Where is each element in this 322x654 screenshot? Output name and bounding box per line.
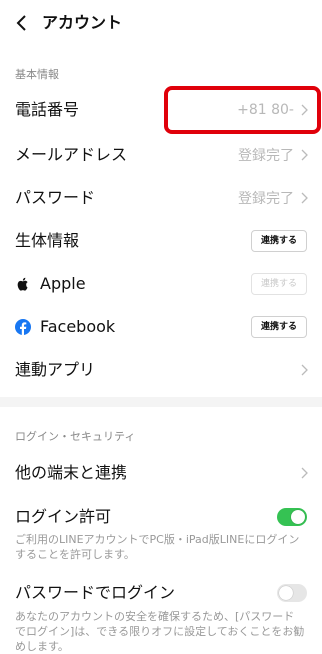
- facebook-row: Facebook 連携する: [0, 307, 322, 347]
- toggle-knob: [279, 586, 293, 600]
- linked-apps-label: 連動アプリ: [15, 360, 96, 379]
- password-row[interactable]: パスワード 登録完了: [0, 178, 322, 218]
- phone-label: 電話番号: [15, 100, 80, 119]
- other-devices-label: 他の端末と連携: [15, 463, 128, 482]
- facebook-icon: [15, 319, 31, 335]
- back-arrow-icon[interactable]: [14, 13, 30, 33]
- page-title: アカウント: [42, 13, 123, 32]
- section-divider: [0, 397, 322, 407]
- other-devices-row[interactable]: 他の端末と連携: [0, 453, 322, 493]
- password-login-description: あなたのアカウントの安全を確保するため、[パスワードでログイン]は、できる限りオ…: [15, 610, 305, 653]
- facebook-label: Facebook: [40, 317, 116, 336]
- login-permission-description: ご利用のLINEアカウントでPC版・iPad版LINEにログインすることを許可し…: [15, 533, 300, 561]
- linked-apps-row[interactable]: 連動アプリ: [0, 350, 322, 390]
- biometric-row: 生体情報 連携する: [0, 221, 322, 261]
- chevron-right-icon: [301, 192, 308, 204]
- toggle-knob: [291, 510, 305, 524]
- biometric-link-button[interactable]: 連携する: [251, 230, 307, 252]
- apple-icon: [17, 277, 28, 291]
- login-permission-row: ログイン許可: [0, 497, 322, 537]
- biometric-label: 生体情報: [15, 231, 80, 250]
- password-login-row: パスワードでログイン: [0, 573, 322, 613]
- header: アカウント: [0, 0, 322, 46]
- apple-row: Apple 連携する: [0, 264, 322, 304]
- chevron-right-icon: [301, 467, 308, 479]
- section-login-security: ログイン・セキュリティ: [15, 430, 136, 443]
- email-status: 登録完了: [238, 148, 294, 164]
- password-label: パスワード: [15, 188, 96, 207]
- password-login-toggle[interactable]: [277, 584, 307, 602]
- apple-link-button[interactable]: 連携する: [251, 273, 307, 295]
- password-login-label: パスワードでログイン: [15, 583, 176, 602]
- facebook-link-button[interactable]: 連携する: [251, 316, 307, 338]
- apple-label: Apple: [40, 274, 86, 293]
- highlight-box: [164, 86, 321, 134]
- login-permission-toggle[interactable]: [277, 508, 307, 526]
- section-basic-info: 基本情報: [15, 68, 59, 81]
- chevron-right-icon: [301, 364, 308, 376]
- email-row[interactable]: メールアドレス 登録完了: [0, 135, 322, 175]
- chevron-right-icon: [301, 149, 308, 161]
- login-permission-label: ログイン許可: [15, 507, 112, 526]
- password-status: 登録完了: [238, 191, 294, 207]
- email-label: メールアドレス: [15, 145, 128, 164]
